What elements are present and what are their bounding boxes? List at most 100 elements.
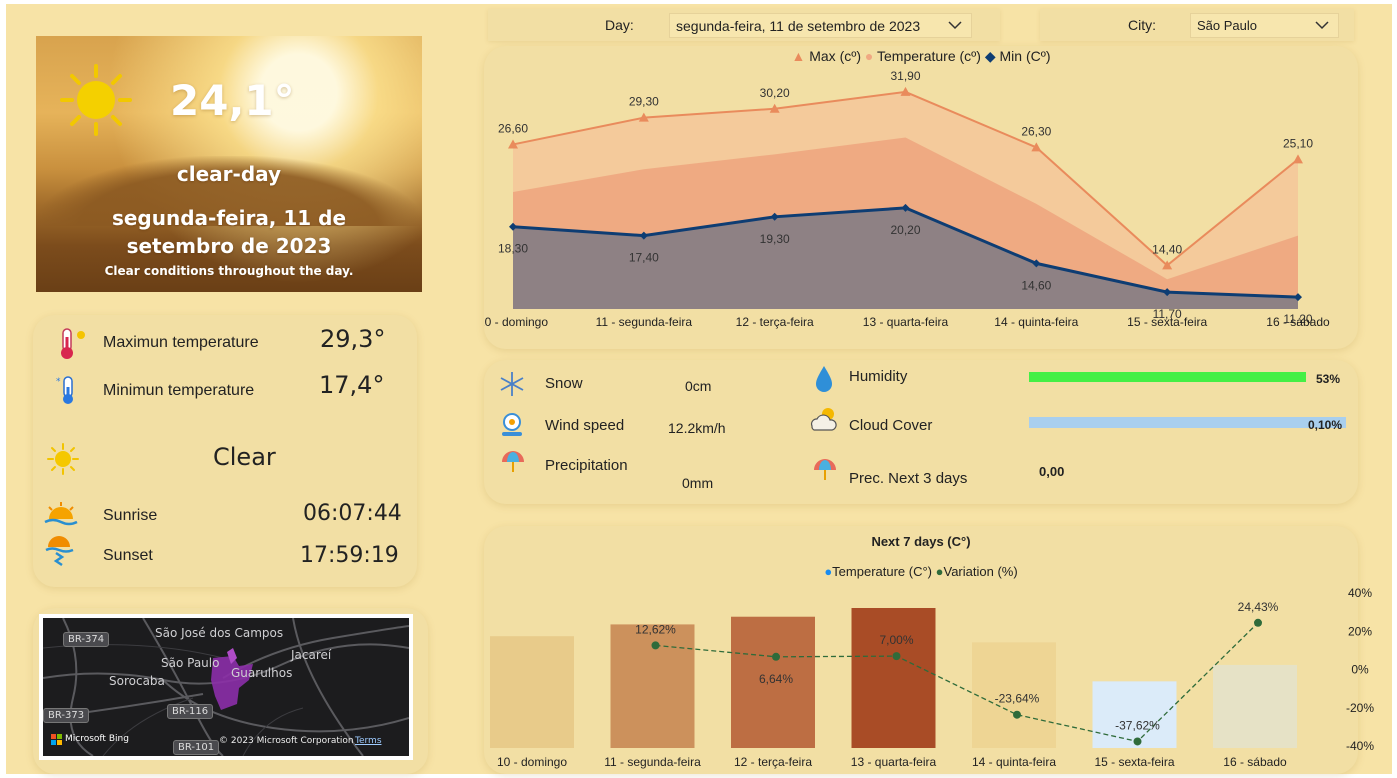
x-tick-label: 14 - quinta-feira: [994, 315, 1078, 329]
min-data-label: 19,30: [760, 232, 790, 246]
variation-marker: [1133, 737, 1142, 746]
city-filter: City: São Paulo: [1040, 9, 1354, 41]
hero-temperature: 24,1°: [170, 76, 295, 125]
humidity-bar: [1029, 372, 1306, 382]
map-bing-label: Microsoft Bing: [65, 734, 129, 744]
min-temp-label: Minimun temperature: [103, 382, 255, 399]
snowflake-icon: [500, 372, 524, 396]
prec-next3-value: 0,00: [1039, 464, 1065, 479]
cloud-cover-label: Cloud Cover: [849, 417, 933, 434]
road-badge: BR-116: [167, 704, 214, 719]
hero-description: Clear conditions throughout the day.: [104, 264, 354, 278]
umbrella-icon: [814, 459, 836, 480]
y2-tick-label: -40%: [1346, 739, 1374, 753]
humidity-label: Humidity: [849, 368, 908, 385]
sunset-value: 17:59:19: [300, 543, 399, 568]
map-terms-link[interactable]: Terms: [355, 736, 382, 746]
min-data-label: 17,40: [629, 251, 659, 265]
x-tick-label: 11 - segunda-feira: [596, 315, 693, 329]
thermometer-cold-icon: *: [56, 376, 73, 404]
map-label-sao-paulo: São Paulo: [161, 656, 220, 670]
day-filter-label: Day:: [605, 17, 634, 33]
precipitation-value: 0mm: [682, 475, 714, 491]
max-temp-value: 29,3°: [320, 325, 386, 353]
area-chart-plot: 26,60 29,30 30,20 31,90 26,30 14,40 25,10 18,30…: [484, 69, 1330, 329]
max-temp-label: Maximun temperature: [103, 334, 259, 351]
sunset-icon: [45, 536, 74, 567]
sunset-label: Sunset: [103, 547, 153, 564]
x-tick-label: 15 - sexta-feira: [1094, 755, 1174, 769]
x-tick-label: 16 - sábado: [1266, 315, 1330, 329]
max-data-label: 25,10: [1283, 136, 1313, 150]
humidity-value: 53%: [1316, 372, 1341, 386]
chevron-down-icon: [948, 21, 962, 30]
max-data-label: 30,20: [760, 86, 790, 100]
temperature-area-chart-card: ▲ Max (cº) ● Temperature (cº) ◆ Min (Cº)…: [484, 46, 1358, 349]
y2-tick-label: 20%: [1348, 624, 1372, 638]
x-tick-label: 16 - sábado: [1223, 755, 1287, 769]
city-dropdown[interactable]: São Paulo: [1190, 13, 1339, 38]
sun-icon: [47, 443, 79, 475]
today-card: Maximun temperature 29,3° * Minimun temp…: [33, 315, 417, 587]
variation-marker: [772, 652, 780, 661]
snow-value: 0cm: [685, 378, 712, 394]
svg-text:*: *: [56, 377, 61, 387]
max-marker: [1293, 154, 1303, 164]
sunrise-label: Sunrise: [103, 507, 158, 524]
map-label-sao-jose-dos-campos: São José dos Campos: [155, 626, 284, 640]
sunrise-value: 06:07:44: [303, 501, 402, 526]
metrics-card: Snow 0cm Wind speed 12.2km/h Precipitati…: [484, 360, 1358, 504]
x-tick-label: 12 - terça-feira: [736, 315, 814, 329]
y2-tick-label: 0%: [1351, 663, 1369, 677]
max-data-label: 29,30: [629, 95, 659, 109]
microsoft-logo-icon: [51, 734, 62, 745]
precipitation-label: Precipitation: [545, 457, 628, 474]
day-dropdown[interactable]: segunda-feira, 11 de setembro de 2023: [669, 13, 972, 38]
wind-value: 12.2km/h: [668, 420, 726, 436]
day-dropdown-value: segunda-feira, 11 de setembro de 2023: [676, 18, 921, 34]
road-badge: BR-374: [63, 632, 110, 647]
x-tick-label: 11 - segunda-feira: [604, 755, 701, 769]
cloud-sun-icon: [810, 408, 837, 431]
water-drop-icon: [816, 366, 832, 392]
map-label-jacarei: Jacareí: [291, 648, 332, 662]
cloud-cover-bar: [1029, 417, 1346, 428]
wind-label: Wind speed: [545, 417, 625, 434]
y2-tick-label: 40%: [1348, 586, 1372, 600]
wind-icon: [502, 413, 522, 436]
variation-data-label: 12,62%: [635, 622, 676, 636]
day-filter: Day: segunda-feira, 11 de setembro de 20…: [488, 9, 1000, 41]
map-card: São José dos Campos São Paulo Jacareí Gu…: [33, 608, 428, 774]
cloud-cover-value: 0,10%: [1308, 418, 1343, 432]
condition-value: Clear: [213, 443, 276, 471]
map-label-sorocaba: Sorocaba: [109, 674, 165, 688]
variation-marker: [651, 641, 660, 650]
variation-data-label: 6,64%: [759, 672, 793, 686]
temperature-bar: [1213, 664, 1297, 748]
variation-data-label: 24,43%: [1238, 600, 1279, 614]
city-dropdown-value: São Paulo: [1197, 18, 1257, 33]
x-tick-label: 10 - domingo: [484, 315, 548, 329]
map-view[interactable]: São José dos Campos São Paulo Jacareí Gu…: [43, 618, 409, 756]
temperature-bar: [851, 608, 936, 748]
chevron-down-icon: [1315, 21, 1329, 30]
city-filter-label: City:: [1128, 17, 1156, 33]
min-data-label: 14,60: [1021, 278, 1051, 292]
hero-date: segunda-feira, 11 de setembro de 2023: [111, 206, 347, 258]
road-badge: BR-101: [173, 740, 220, 755]
variation-data-label: -37,62%: [1115, 718, 1160, 732]
map-label-guarulhos: Guarulhos: [231, 666, 293, 680]
y2-tick-label: -20%: [1346, 701, 1374, 715]
max-data-label: 14,40: [1152, 242, 1182, 256]
variation-marker: [1013, 710, 1021, 719]
variation-marker: [892, 652, 901, 661]
map-frame: São José dos Campos São Paulo Jacareí Gu…: [39, 614, 413, 760]
x-tick-label: 10 - domingo: [497, 755, 567, 769]
min-data-label: 20,20: [890, 223, 920, 237]
thermometer-hot-icon: [61, 328, 85, 359]
weather-hero-image: 24,1° clear-day segunda-feira, 11 de set…: [36, 36, 422, 292]
umbrella-icon: [502, 451, 524, 472]
sun-icon: [60, 64, 132, 136]
x-tick-label: 14 - quinta-feira: [972, 755, 1056, 769]
min-data-label: 18,30: [498, 242, 528, 256]
